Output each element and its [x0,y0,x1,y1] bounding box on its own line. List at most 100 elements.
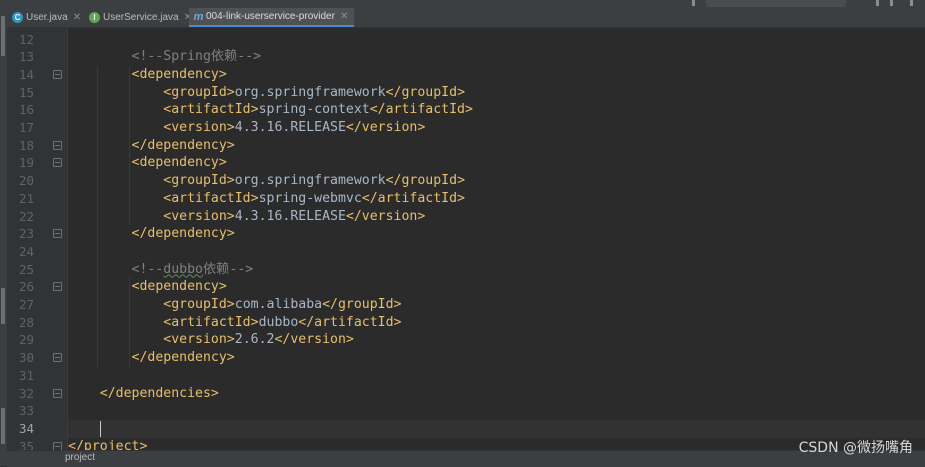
tag-value [68,262,132,277]
toolbar-icon[interactable] [910,0,913,6]
code-editor[interactable]: <!--Spring依赖--> <dependency> <groupId>or… [68,28,925,454]
tag-value [68,386,100,401]
code-line: <dependency> [68,278,227,296]
tab-label: User.java [26,12,68,23]
line-number: 30 [18,350,34,366]
close-icon[interactable]: ✕ [73,12,81,23]
watermark: CSDN @微扬嘴角 [798,440,913,456]
fold-marker-icon[interactable] [53,282,62,292]
xml-tag: <groupId> [163,173,235,189]
line-number: 23 [18,226,34,242]
line-number: 22 [18,208,34,224]
fold-marker-icon[interactable] [53,229,62,239]
tag-value [68,297,163,312]
tag-value [68,67,132,82]
tag-value: 4.3.16.RELEASE [234,208,346,224]
line-number: 21 [18,190,34,206]
fold-marker-icon[interactable] [53,353,62,363]
xml-tag: </artifactId> [298,314,402,330]
code-line: <artifactId>spring-context</artifactId> [68,101,473,119]
tag-value [68,155,132,170]
toolbar-icon[interactable] [876,0,879,6]
line-number: 28 [18,314,34,330]
xml-tag: <artifactId> [163,314,259,330]
code-line: <version>4.3.16.RELEASE</version> [68,208,425,226]
tag-value: spring-webmvc [258,190,362,206]
tag-value [68,350,132,365]
tag-value: spring-context [258,102,370,118]
code-line: <dependency> [68,66,227,84]
structure-tool-window-button[interactable] [1,288,5,324]
xml-tag: </artifactId> [369,102,473,118]
code-line: </dependency> [68,225,235,243]
line-number-gutter[interactable]: 12 13 14 15 16 17 18 19 20 21 22 23 24 25 26 27 28 29 30 31… [7,28,67,454]
line-number: 24 [18,243,34,259]
xml-tag: <dependency> [131,279,227,295]
xml-comment: <!-- [131,261,164,277]
tag-value [68,173,163,188]
tag-value [68,191,163,206]
breadcrumb-item[interactable]: project [65,452,95,463]
fold-marker-icon[interactable] [53,69,62,79]
line-number: 13 [18,49,34,65]
code-line: <version>2.6.2</version> [68,331,354,349]
favorites-tool-window-button[interactable] [1,408,5,444]
xml-tag: </artifactId> [361,190,465,206]
tab-label: UserService.java [103,12,179,23]
code-line: <artifactId>dubbo</artifactId> [68,314,401,332]
spellcheck-word: dubbo [163,261,203,277]
tab-label: 004-link-userservice-provider [206,11,335,22]
line-number: 29 [18,332,34,348]
line-number: 15 [18,84,34,100]
toolbar-icon[interactable] [890,0,893,6]
line-number: 26 [18,279,34,295]
line-number: 17 [18,120,34,135]
tag-value [68,315,163,330]
line-number: 27 [18,297,34,312]
tab-user-java[interactable]: C User.java ✕ [7,8,87,27]
xml-comment: 依赖--> [203,261,254,277]
xml-tag: </groupId> [385,84,466,100]
close-icon[interactable]: ✕ [340,11,348,22]
tab-pom-provider[interactable]: m 004-link-userservice-provider ✕ [189,8,355,27]
line-number: 25 [18,261,34,277]
line-number: 14 [18,66,34,82]
current-line-highlight [68,419,925,438]
xml-tag: <artifactId> [163,102,259,118]
fold-marker-icon[interactable] [53,388,62,398]
xml-tag: </dependency> [131,226,235,242]
tag-value [68,49,132,64]
tab-userservice-java[interactable]: I UserService.java ✕ [84,8,198,27]
xml-tag: </version> [345,120,426,135]
toolbar-icon[interactable] [692,0,695,6]
tag-value [68,102,163,117]
maven-icon: m [193,10,204,23]
code-line: </dependencies> [68,385,219,403]
fold-marker-icon[interactable] [53,158,62,168]
xml-tag: <groupId> [163,84,235,100]
tag-value [68,120,163,135]
tag-value: com.alibaba [234,297,323,312]
code-line: <!--dubbo依赖--> [68,261,254,279]
text-caret [99,420,102,437]
tag-value: dubbo [258,314,299,330]
tag-value: org.springframework [234,84,386,100]
run-config-selector[interactable] [706,0,846,7]
xml-tag: </version> [345,208,426,224]
xml-tag: </groupId> [385,173,466,189]
xml-tag: </dependency> [131,350,235,366]
tag-value [68,138,132,153]
class-icon: C [12,12,23,23]
fold-marker-icon[interactable] [53,140,62,150]
line-number: 18 [18,137,34,153]
xml-tag: </dependency> [131,137,235,153]
tag-value [68,279,132,294]
xml-tag: <version> [163,208,235,224]
project-tool-window-button[interactable] [1,16,5,56]
xml-tag: <dependency> [131,66,227,82]
line-number: 20 [18,173,34,189]
breadcrumb-bar: project [7,450,925,467]
xml-tag: </version> [274,332,354,348]
tag-value: 2.6.2 [234,332,275,348]
xml-tag: <dependency> [131,155,227,171]
